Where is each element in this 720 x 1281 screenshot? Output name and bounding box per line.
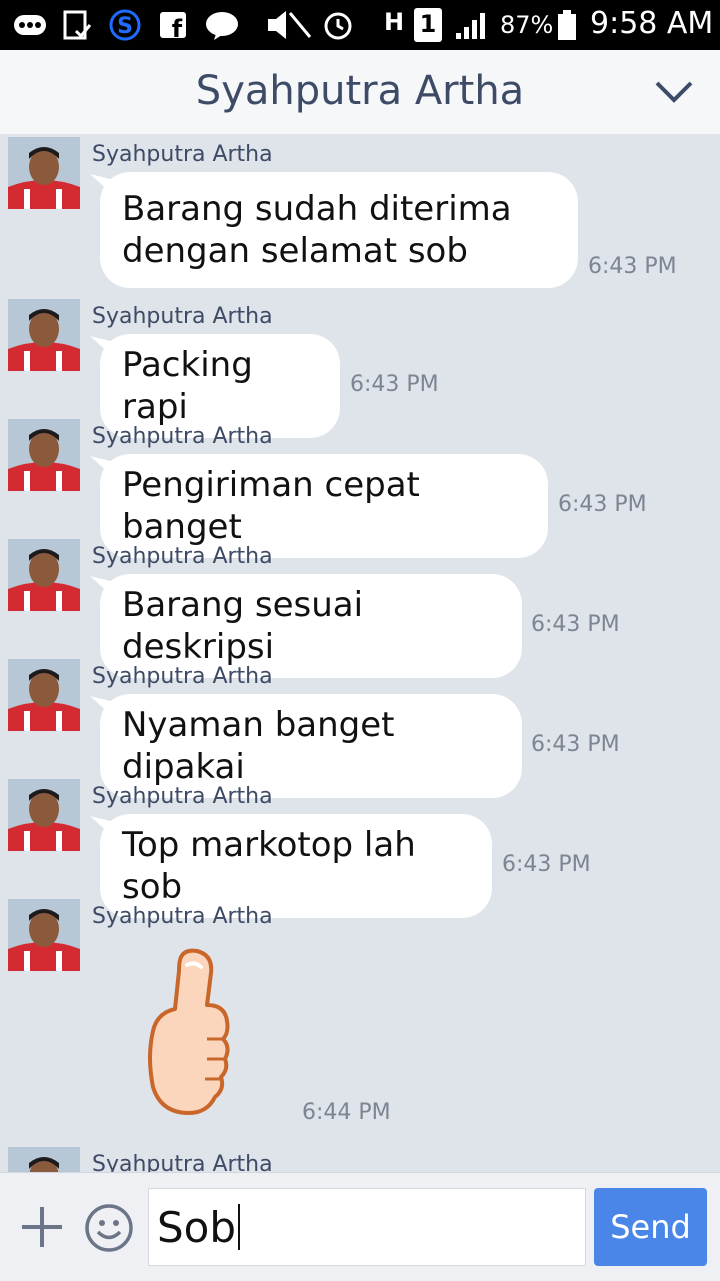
avatar[interactable] bbox=[8, 779, 80, 851]
svg-text:S: S bbox=[117, 14, 133, 39]
message-line: Barang sudah diterima bbox=[122, 189, 512, 229]
clock: 9:58 AM bbox=[590, 6, 714, 41]
message-bubble[interactable]: Barang sesuai deskripsi bbox=[100, 574, 522, 678]
avatar[interactable] bbox=[8, 659, 80, 731]
message-bubble[interactable]: Packing rapi bbox=[100, 334, 340, 438]
avatar[interactable] bbox=[8, 137, 80, 209]
battery-percent: 87% bbox=[500, 11, 554, 39]
message-input-bar: Sob Send bbox=[0, 1172, 720, 1281]
message-text: Top markotop lah sob bbox=[122, 825, 416, 907]
sender-name: Syahputra Artha bbox=[92, 664, 273, 689]
avatar-photo bbox=[8, 539, 80, 611]
avatar[interactable] bbox=[8, 899, 80, 971]
message-time: 6:44 PM bbox=[302, 1100, 391, 1125]
message-input[interactable]: Sob bbox=[148, 1188, 586, 1266]
chat-bubble-icon bbox=[14, 15, 46, 35]
avatar-photo bbox=[8, 659, 80, 731]
sim-number: 1 bbox=[419, 10, 437, 38]
chat-header: Syahputra Artha bbox=[0, 50, 720, 134]
message-bubble[interactable]: Barang sudah diterima dengan selamat sob bbox=[100, 172, 578, 288]
avatar-photo bbox=[8, 299, 80, 371]
send-button[interactable]: Send bbox=[594, 1188, 707, 1266]
chevron-down-icon[interactable] bbox=[654, 80, 694, 104]
alarm-icon bbox=[324, 12, 352, 40]
sender-name: Syahputra Artha bbox=[92, 544, 273, 569]
battery-icon bbox=[558, 10, 576, 40]
sender-name: Syahputra Artha bbox=[92, 304, 273, 329]
message-bubble[interactable]: Top markotop lah sob bbox=[100, 814, 492, 918]
message-time: 6:43 PM bbox=[531, 732, 620, 757]
message-bubble[interactable]: Pengiriman cepat banget bbox=[100, 454, 548, 558]
sender-name: Syahputra Artha bbox=[92, 1152, 273, 1172]
avatar[interactable] bbox=[8, 1147, 80, 1172]
avatar-photo bbox=[8, 419, 80, 491]
message-time: 6:43 PM bbox=[531, 612, 620, 637]
facebook-icon: f bbox=[160, 12, 186, 41]
message-input-value: Sob bbox=[157, 1203, 237, 1252]
message-time: 6:43 PM bbox=[558, 492, 647, 517]
message-line: dengan selamat sob bbox=[122, 231, 468, 271]
sender-name: Syahputra Artha bbox=[92, 784, 273, 809]
message-time: 6:43 PM bbox=[588, 254, 677, 279]
message-text: Nyaman banget dipakai bbox=[122, 705, 395, 787]
avatar-photo bbox=[8, 779, 80, 851]
sender-name: Syahputra Artha bbox=[92, 424, 273, 449]
thumbs-up-sticker[interactable] bbox=[145, 947, 237, 1119]
message-text: Barang sesuai deskripsi bbox=[122, 585, 364, 667]
message-bubble[interactable]: Nyaman banget dipakai bbox=[100, 694, 522, 798]
text-caret bbox=[238, 1204, 241, 1250]
line-app-icon bbox=[206, 12, 238, 40]
message-text: Packing rapi bbox=[122, 345, 253, 427]
avatar[interactable] bbox=[8, 419, 80, 491]
status-bar: S f H 1 87% 9:58 AM bbox=[0, 0, 720, 50]
clipboard-check-icon bbox=[63, 10, 92, 40]
plus-icon[interactable] bbox=[20, 1205, 64, 1249]
emoji-icon[interactable] bbox=[84, 1203, 134, 1253]
sender-name: Syahputra Artha bbox=[92, 142, 273, 167]
chat-area[interactable]: Syahputra Artha Barang sudah diterima de… bbox=[0, 134, 720, 1172]
message-time: 6:43 PM bbox=[350, 372, 439, 397]
message-text: Pengiriman cepat banget bbox=[122, 465, 420, 547]
sim-card-icon: 1 bbox=[414, 8, 442, 42]
message-time: 6:43 PM bbox=[502, 852, 591, 877]
avatar[interactable] bbox=[8, 539, 80, 611]
network-type: H bbox=[384, 8, 405, 36]
signal-icon bbox=[456, 13, 485, 39]
s-app-icon: S bbox=[109, 9, 141, 41]
sender-name: Syahputra Artha bbox=[92, 904, 273, 929]
mute-icon bbox=[268, 11, 312, 39]
chat-title: Syahputra Artha bbox=[195, 68, 525, 114]
avatar-photo bbox=[8, 899, 80, 971]
svg-text:f: f bbox=[172, 15, 183, 41]
avatar-photo bbox=[8, 1147, 80, 1172]
avatar[interactable] bbox=[8, 299, 80, 371]
avatar-photo bbox=[8, 137, 80, 209]
